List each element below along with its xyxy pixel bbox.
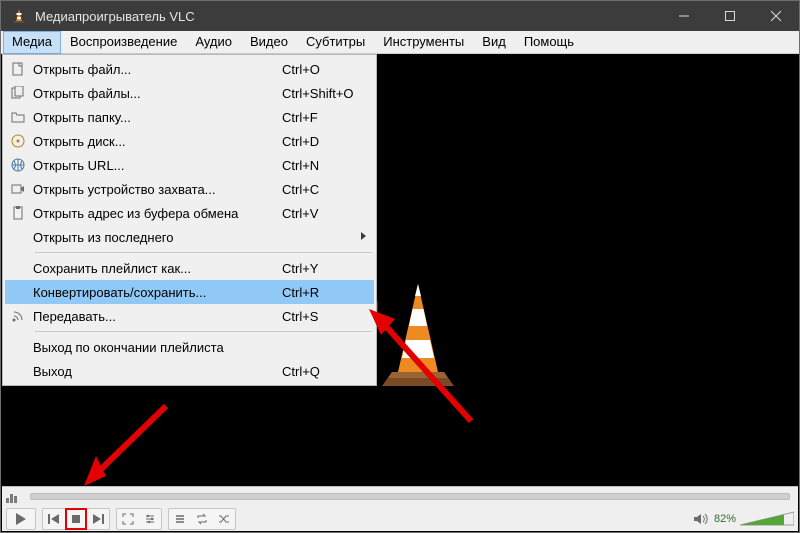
- playlist-button[interactable]: [169, 509, 191, 529]
- menu-open-folder[interactable]: Открыть папку... Ctrl+F: [5, 105, 374, 129]
- volume-slider[interactable]: [740, 511, 794, 527]
- equalizer-icon: [6, 490, 22, 503]
- menu-open-files[interactable]: Открыть файлы... Ctrl+Shift+O: [5, 81, 374, 105]
- app-window: Медиапроигрыватель VLC Медиа Воспроизвед…: [0, 0, 800, 533]
- menu-subtitle[interactable]: Субтитры: [297, 31, 374, 53]
- vlc-cone-icon: [374, 282, 462, 390]
- network-icon: [5, 158, 31, 172]
- capture-icon: [5, 182, 31, 196]
- disc-icon: [5, 134, 31, 148]
- menu-save-playlist[interactable]: Сохранить плейлист как... Ctrl+Y: [5, 256, 374, 280]
- folder-icon: [5, 110, 31, 124]
- clipboard-icon: [5, 206, 31, 220]
- skip-group: [42, 508, 110, 530]
- playback-controls: 82%: [2, 506, 798, 531]
- speaker-icon[interactable]: [692, 511, 710, 527]
- menu-view[interactable]: Вид: [473, 31, 515, 53]
- view-group: [116, 508, 162, 530]
- stream-icon: [5, 309, 31, 323]
- close-button[interactable]: [753, 1, 799, 31]
- skip-back-button[interactable]: [43, 509, 65, 529]
- menu-stream[interactable]: Передавать... Ctrl+S: [5, 304, 374, 328]
- menu-help[interactable]: Помощь: [515, 31, 583, 53]
- menu-separator: [35, 331, 372, 332]
- app-icon: [9, 6, 29, 26]
- menu-bar: Медиа Воспроизведение Аудио Видео Субтит…: [1, 31, 799, 54]
- menu-open-recent[interactable]: Открыть из последнего: [5, 225, 374, 249]
- loop-button[interactable]: [191, 509, 213, 529]
- media-dropdown: Открыть файл... Ctrl+O Открыть файлы... …: [2, 54, 377, 386]
- menu-separator: [35, 252, 372, 253]
- stop-button[interactable]: [65, 509, 87, 529]
- menu-video[interactable]: Видео: [241, 31, 297, 53]
- minimize-button[interactable]: [661, 1, 707, 31]
- menu-media[interactable]: Медиа: [3, 31, 61, 54]
- seek-bar[interactable]: [30, 493, 790, 500]
- play-button[interactable]: [6, 508, 36, 530]
- playlist-group: [168, 508, 236, 530]
- title-bar: Медиапроигрыватель VLC: [1, 1, 799, 31]
- menu-playback[interactable]: Воспроизведение: [61, 31, 186, 53]
- menu-open-clipboard[interactable]: Открыть адрес из буфера обмена Ctrl+V: [5, 201, 374, 225]
- menu-audio[interactable]: Аудио: [186, 31, 241, 53]
- menu-open-capture[interactable]: Открыть устройство захвата... Ctrl+C: [5, 177, 374, 201]
- menu-convert-save[interactable]: Конвертировать/сохранить... Ctrl+R: [5, 280, 374, 304]
- volume-control: 82%: [692, 511, 794, 527]
- menu-quit[interactable]: Выход Ctrl+Q: [5, 359, 374, 383]
- submenu-arrow-icon: [361, 232, 366, 240]
- window-title: Медиапроигрыватель VLC: [35, 9, 661, 24]
- menu-open-file[interactable]: Открыть файл... Ctrl+O: [5, 57, 374, 81]
- skip-forward-button[interactable]: [87, 509, 109, 529]
- files-icon: [5, 86, 31, 100]
- menu-tools[interactable]: Инструменты: [374, 31, 473, 53]
- menu-open-disc[interactable]: Открыть диск... Ctrl+D: [5, 129, 374, 153]
- fullscreen-button[interactable]: [117, 509, 139, 529]
- seek-bar-row: [2, 486, 798, 506]
- shuffle-button[interactable]: [213, 509, 235, 529]
- extended-settings-button[interactable]: [139, 509, 161, 529]
- menu-quit-after-playlist[interactable]: Выход по окончании плейлиста: [5, 335, 374, 359]
- maximize-button[interactable]: [707, 1, 753, 31]
- file-icon: [5, 62, 31, 76]
- volume-percent: 82%: [714, 513, 736, 525]
- menu-open-url[interactable]: Открыть URL... Ctrl+N: [5, 153, 374, 177]
